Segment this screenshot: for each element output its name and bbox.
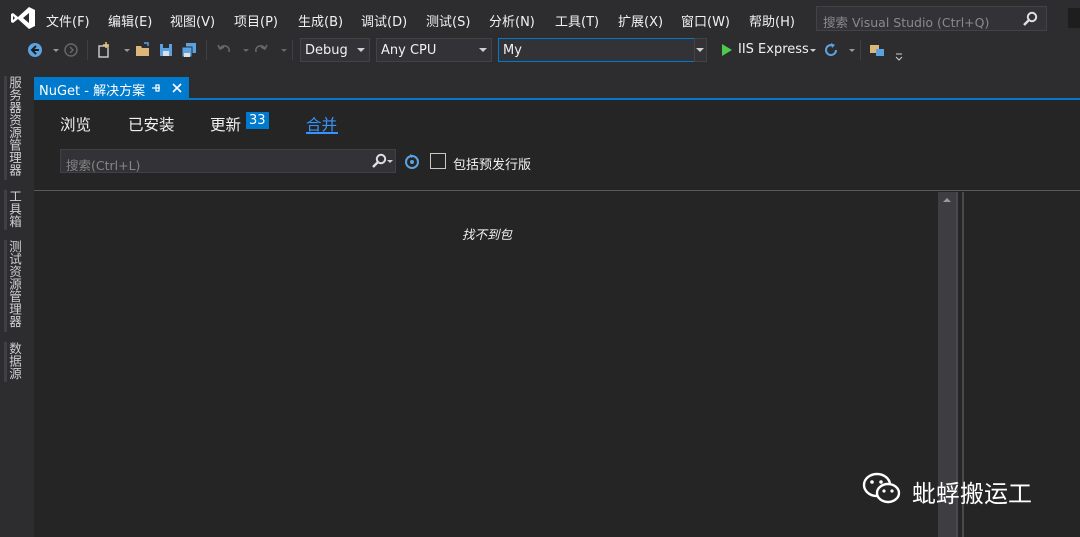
solution-configuration-select[interactable]: Debug: [300, 38, 370, 62]
menu-extensions[interactable]: 扩展(X): [618, 11, 663, 30]
left-tool-window-strip: 服务器资源管理器 工具箱 测试资源管理器 数据源: [0, 74, 28, 537]
navigate-forward-icon[interactable]: [62, 41, 80, 59]
menu-debug[interactable]: 调试(D): [361, 11, 407, 30]
save-all-icon[interactable]: [180, 41, 198, 59]
chevron-down-icon: [479, 48, 487, 52]
tab-installed[interactable]: 已安装: [128, 113, 175, 135]
navigate-back-icon[interactable]: [26, 41, 44, 59]
close-icon[interactable]: [171, 82, 183, 94]
wechat-watermark: 蚍蜉搬运工: [860, 471, 1060, 508]
active-tab-underline: [306, 132, 338, 134]
startup-project-select[interactable]: My: [498, 38, 707, 62]
redo-dropdown-icon[interactable]: [275, 41, 293, 59]
new-project-icon[interactable]: [96, 41, 114, 59]
run-play-icon[interactable]: [718, 41, 736, 59]
toolbar-separator: [860, 40, 861, 60]
menu-project[interactable]: 项目(P): [234, 11, 278, 30]
startup-project-value: My: [503, 43, 522, 58]
nuget-document-tab[interactable]: NuGet - 解决方案: [34, 77, 189, 99]
undo-icon[interactable]: [215, 41, 233, 59]
document-tab-title: NuGet - 解决方案: [39, 84, 146, 99]
test-explorer-tab[interactable]: 测试资源管理器: [4, 240, 24, 332]
tab-updates[interactable]: 更新: [210, 113, 241, 135]
quick-launch-placeholder: 搜索 Visual Studio (Ctrl+Q): [823, 15, 990, 30]
refresh-dropdown-icon[interactable]: [843, 41, 861, 59]
data-sources-tab[interactable]: 数据源: [4, 342, 24, 382]
run-target-label[interactable]: IIS Express: [738, 42, 809, 57]
scroll-up-arrow-icon[interactable]: [943, 198, 951, 202]
empty-results-message: 找不到包: [462, 227, 513, 242]
chevron-down-icon: [696, 48, 704, 52]
solution-platform-value: Any CPU: [381, 43, 437, 58]
startup-project-dropdown-button[interactable]: [694, 38, 707, 62]
toolbar-separator: [292, 40, 293, 60]
pin-icon[interactable]: [151, 82, 163, 94]
include-prerelease-label[interactable]: 包括预发行版: [453, 154, 531, 173]
browser-refresh-icon[interactable]: [822, 41, 840, 59]
wechat-logo-icon: [862, 472, 901, 504]
updates-count-badge: 33: [246, 112, 269, 129]
package-search-placeholder: 搜索(Ctrl+L): [66, 158, 141, 173]
open-folder-icon[interactable]: [134, 41, 152, 59]
menu-analyze[interactable]: 分析(N): [489, 11, 535, 30]
chevron-down-icon: [357, 48, 365, 52]
search-dropdown-icon[interactable]: [387, 160, 393, 163]
menu-edit[interactable]: 编辑(E): [108, 11, 152, 30]
tab-browse[interactable]: 浏览: [60, 113, 91, 135]
header-divider: [34, 190, 1080, 191]
package-search-input[interactable]: 搜索(Ctrl+L): [60, 149, 396, 173]
menu-test[interactable]: 测试(S): [426, 11, 470, 30]
refresh-icon[interactable]: [403, 152, 421, 170]
toolbox-tab[interactable]: 工具箱: [4, 190, 24, 230]
toolbar-separator: [206, 40, 207, 60]
run-target-dropdown-icon[interactable]: [804, 41, 822, 59]
solution-configuration-value: Debug: [305, 43, 348, 58]
menu-tools[interactable]: 工具(T): [555, 11, 599, 30]
solution-explorer-icon[interactable]: [868, 41, 886, 59]
menu-window[interactable]: 窗口(W): [681, 11, 730, 30]
redo-icon[interactable]: [252, 41, 270, 59]
toolbar-separator: [87, 40, 88, 60]
toolbar-overflow-icon[interactable]: [890, 46, 908, 64]
menu-bar: 文件(F) 编辑(E) 视图(V) 项目(P) 生成(B) 调试(D) 测试(S…: [0, 0, 1080, 36]
server-explorer-tab[interactable]: 服务器资源管理器: [4, 76, 24, 180]
menu-file[interactable]: 文件(F): [46, 11, 90, 30]
account-badge[interactable]: [1068, 8, 1080, 28]
watermark-text: 蚍蜉搬运工: [912, 480, 1032, 508]
quick-launch-search[interactable]: 搜索 Visual Studio (Ctrl+Q): [816, 6, 1047, 31]
search-icon: [1023, 11, 1038, 26]
menu-build[interactable]: 生成(B): [298, 11, 343, 30]
menu-view[interactable]: 视图(V): [170, 11, 215, 30]
standard-toolbar: Debug Any CPU My IIS Express: [0, 36, 1080, 64]
visual-studio-logo-icon: [11, 7, 35, 29]
solution-platform-select[interactable]: Any CPU: [376, 38, 492, 62]
save-icon[interactable]: [157, 41, 175, 59]
include-prerelease-checkbox[interactable]: [430, 153, 446, 169]
menu-help[interactable]: 帮助(H): [749, 11, 795, 30]
search-icon[interactable]: [371, 153, 387, 169]
